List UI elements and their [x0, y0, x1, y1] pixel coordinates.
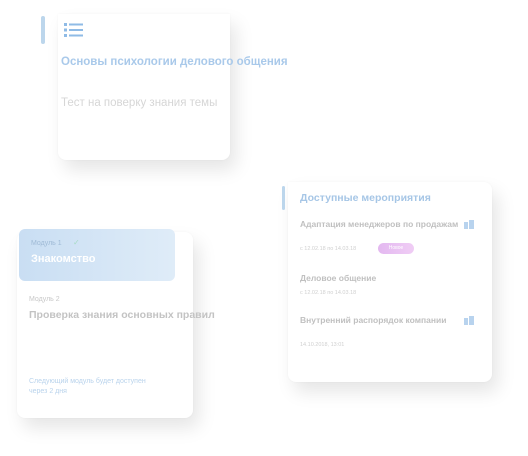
check-icon: ✓: [73, 238, 80, 247]
event-date: 14.10.2018, 13:01: [300, 342, 345, 348]
module-1-name[interactable]: Знакомство: [31, 253, 95, 265]
event-date: с 12.02.18 по 14.03.18: [300, 290, 357, 296]
module-2-label: Модуль 2: [29, 296, 60, 303]
accent-bar: [282, 186, 285, 210]
module-2-name[interactable]: Проверка знания основных правил: [29, 309, 215, 321]
event-date: с 12.02.18 по 14.03.18: [300, 246, 357, 252]
test-description: Тест на поверку знания темы: [61, 97, 218, 109]
event-name[interactable]: Деловое общение: [300, 273, 376, 283]
accent-bar: [41, 16, 45, 44]
module-1-label: Модуль 1: [31, 240, 62, 247]
event-name[interactable]: Адаптация менеджеров по продажам: [300, 219, 458, 229]
building-icon: [464, 316, 474, 327]
list-icon[interactable]: [64, 22, 84, 43]
new-badge: Новое: [378, 243, 414, 254]
course-title[interactable]: Основы психологии делового общения: [61, 56, 361, 68]
event-name[interactable]: Внутренний распорядок компании: [300, 315, 446, 325]
building-icon: [464, 220, 474, 231]
events-title: Доступные мероприятия: [300, 192, 431, 204]
next-module-note: Следующий модуль будет доступен через 2 …: [29, 378, 146, 395]
